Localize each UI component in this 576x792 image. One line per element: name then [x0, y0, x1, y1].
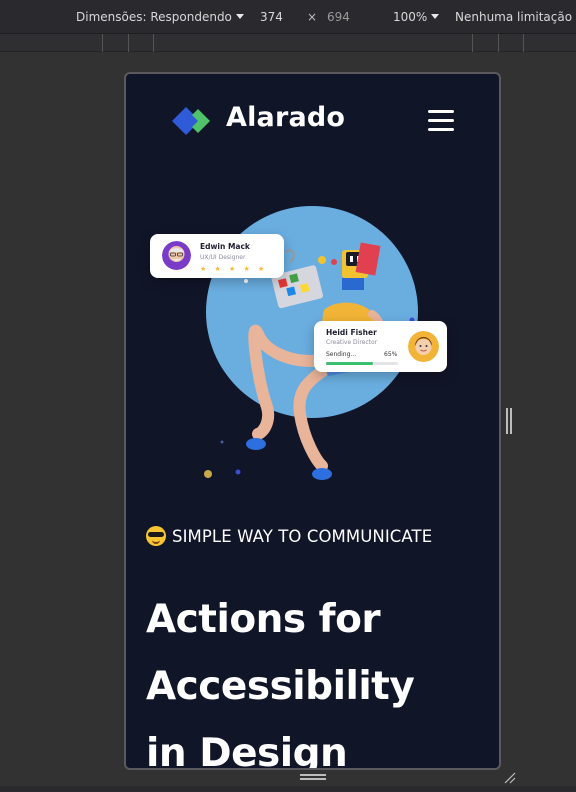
dimensions-dropdown[interactable]: Dimensões: Respondendo [76, 10, 244, 24]
star-rating: ★ ★ ★ ★ ★ [200, 265, 268, 273]
ruler-tick [472, 34, 473, 52]
ruler-tick [153, 34, 154, 52]
profile-card-edwin: Edwin Mack UX/UI Designer ★ ★ ★ ★ ★ [150, 234, 284, 278]
zoom-label: 100% [393, 10, 428, 24]
sending-status: Sending... [326, 351, 357, 358]
progress-bar [326, 362, 398, 365]
progress-percent: 65% [384, 351, 398, 358]
diamond-logo-icon[interactable] [172, 107, 212, 135]
profile-card-heidi: Heidi Fisher Creative Director Sending..… [314, 321, 447, 372]
headline-line: in Design [146, 731, 348, 770]
dimension-separator: × [307, 10, 318, 24]
resize-grip-icon[interactable] [503, 771, 517, 785]
character-shoe [312, 468, 332, 480]
ruler-tick [128, 34, 129, 52]
card-name: Edwin Mack [200, 242, 250, 251]
avatar [162, 241, 191, 270]
ruler-tick [498, 34, 499, 52]
tagline-text: SIMPLE WAY TO COMMUNICATE [172, 527, 433, 546]
headline-line: Accessibility [146, 664, 415, 709]
height-input[interactable]: 694 [327, 10, 350, 24]
height-resize-handle[interactable] [300, 772, 328, 782]
page-content: Alarado Edwin Mack UX/UI Designer ★ ★ ★ … [126, 74, 499, 768]
character-shoe [246, 438, 266, 450]
dimensions-label: Dimensões: Respondendo [76, 10, 232, 24]
ruler-tick [523, 34, 524, 52]
devtools-responsive-toolbar: Dimensões: Respondendo 374 × 694 100% Ne… [0, 0, 576, 34]
card-name: Heidi Fisher [326, 328, 377, 337]
avatar [408, 331, 439, 362]
hamburger-menu-icon[interactable] [426, 108, 456, 134]
throttling-dropdown[interactable]: Nenhuma limitação [455, 10, 576, 24]
sparkle-dot [204, 470, 212, 478]
chevron-down-icon [235, 14, 244, 19]
sparkle-dot [235, 469, 241, 475]
hero-headline: Actions for Accessibility in Design [146, 586, 499, 770]
headline-line: Actions for [146, 597, 381, 642]
media-query-ruler[interactable] [0, 34, 576, 52]
device-viewport[interactable]: Alarado Edwin Mack UX/UI Designer ★ ★ ★ … [124, 72, 501, 770]
progress-bar-fill [326, 362, 373, 365]
throttling-label: Nenhuma limitação [455, 10, 573, 24]
width-input[interactable]: 374 [260, 10, 283, 24]
chevron-down-icon [431, 14, 440, 19]
ruler-tick [102, 34, 103, 52]
card-role: UX/UI Designer [200, 254, 246, 261]
width-resize-handle[interactable] [506, 408, 514, 436]
brand-name[interactable]: Alarado [226, 102, 345, 133]
tagline: SIMPLE WAY TO COMMUNICATE [146, 526, 432, 546]
character-neck [342, 278, 364, 290]
bottom-strip [0, 786, 576, 792]
sparkle-dot [220, 440, 224, 444]
zoom-dropdown[interactable]: 100% [393, 10, 440, 24]
card-role: Creative Director [326, 339, 378, 346]
sunglasses-emoji-icon [146, 526, 166, 546]
sparkle-dot [244, 279, 248, 283]
